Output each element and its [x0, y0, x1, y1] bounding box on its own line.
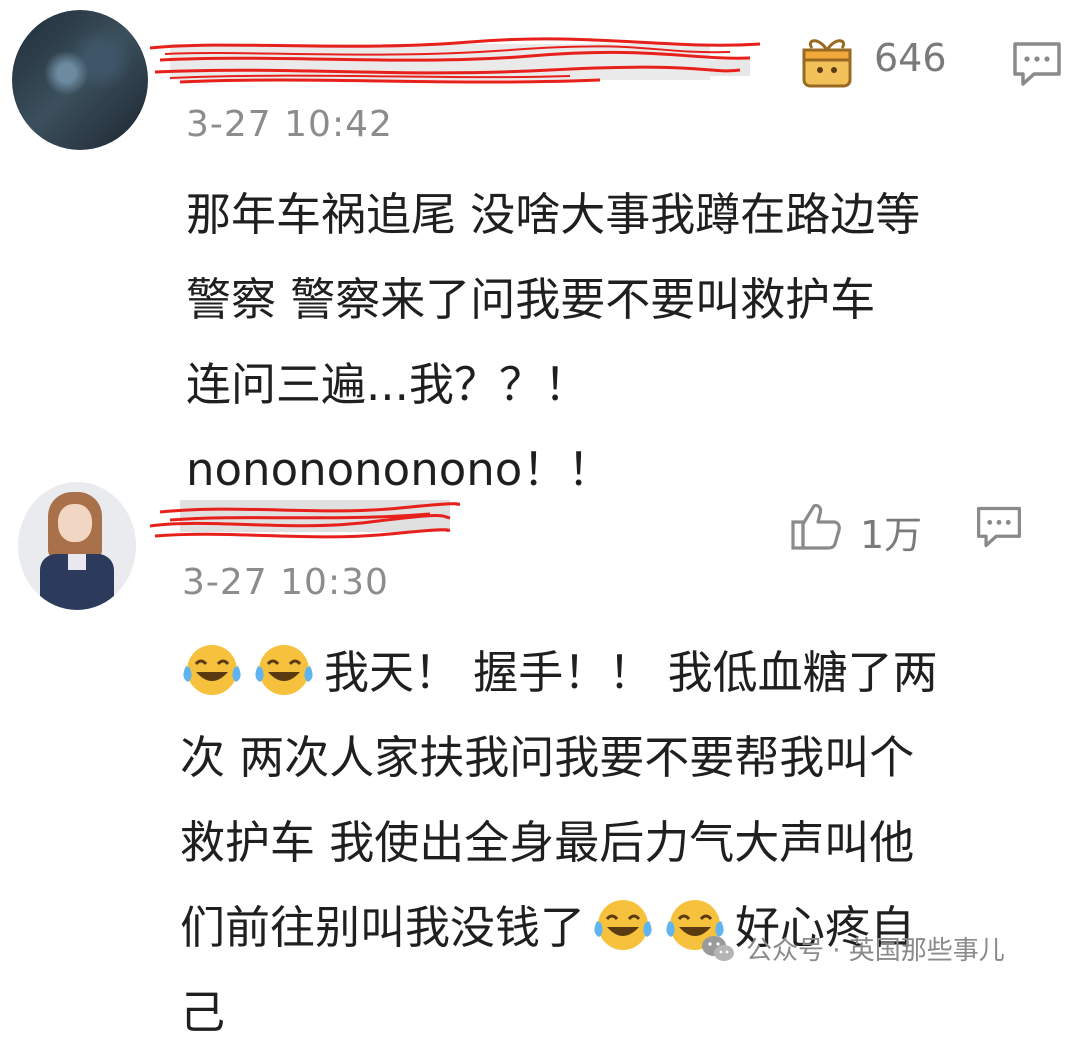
gift-count: 646	[874, 36, 947, 80]
comment-text: 那年车祸追尾 没啥大事我蹲在路边等 警察 警察来了问我要不要叫救护车 连问三遍.…	[186, 172, 1066, 512]
wechat-icon	[702, 935, 734, 961]
like-icon[interactable]	[790, 502, 842, 556]
comment-line: 救护车 我使出全身最后力气大声叫他	[180, 816, 915, 869]
timestamp: 3-27 10:42	[186, 104, 393, 145]
laughing-tears-emoji	[255, 645, 313, 695]
reply-icon[interactable]	[1010, 40, 1064, 92]
avatar[interactable]	[18, 482, 136, 610]
comment-line: 我天！ 握手！！ 我低血糖了两	[180, 630, 1060, 715]
laughing-tears-emoji	[594, 900, 652, 950]
laughing-tears-emoji	[183, 645, 241, 695]
watermark-text: 公众号 · 英国那些事儿	[746, 936, 1005, 966]
comment-text-segment: 我天！ 握手！！ 我低血糖了两	[324, 646, 938, 699]
comment-line: 警察 警察来了问我要不要叫救护车	[186, 273, 876, 326]
comment-line: 那年车祸追尾 没啥大事我蹲在路边等	[186, 188, 921, 241]
timestamp: 3-27 10:30	[182, 562, 389, 603]
comment-text-segment: 们前往别叫我没钱了	[180, 901, 586, 954]
redacted-username	[150, 492, 470, 548]
comment-item: 646 3-27 10:42 那年车祸追尾 没啥大事我蹲在路边等 警察 警察来了…	[0, 0, 1080, 496]
like-count: 1万	[860, 513, 923, 557]
watermark: 公众号 · 英国那些事儿	[700, 930, 1005, 967]
reply-icon[interactable]	[974, 504, 1024, 554]
comment-line: 己	[180, 986, 226, 1039]
avatar[interactable]	[12, 10, 148, 150]
comment-item: 1万 3-27 10:30 我天！ 握手！！ 我低血糖了两 次 两次人家扶我问我…	[0, 470, 1080, 1039]
comment-text: 我天！ 握手！！ 我低血糖了两 次 两次人家扶我问我要不要帮我叫个 救护车 我使…	[180, 630, 1060, 1055]
comment-line: 连问三遍...我？？！	[186, 358, 589, 411]
redacted-username	[150, 30, 790, 90]
gift-icon[interactable]	[798, 32, 856, 94]
comment-line: 次 两次人家扶我问我要不要帮我叫个	[180, 731, 915, 784]
